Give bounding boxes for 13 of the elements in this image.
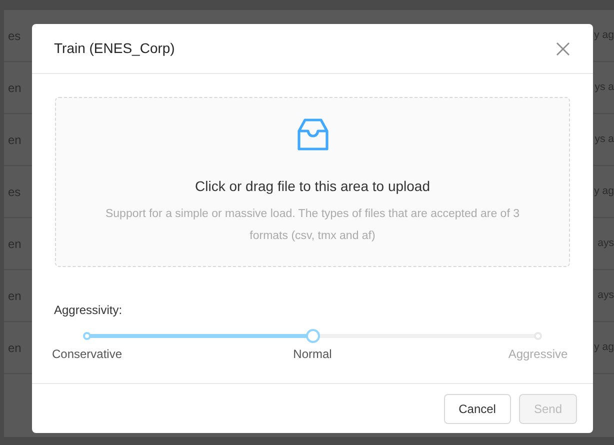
slider-mark-label: Conservative (52, 346, 122, 363)
inbox-icon (296, 118, 330, 152)
upload-hint: Support for a simple or massive load. The types of files that are accepted are of 3 formats (csv, tmx and af) (104, 207, 520, 244)
slider-label: Aggressivity: (54, 302, 124, 319)
upload-title: Click or drag file to this area to upload (194, 177, 430, 196)
close-button[interactable] (555, 40, 571, 56)
slider-handle[interactable] (306, 329, 320, 343)
dialog-title: Train (ENES_Corp) (54, 39, 175, 58)
cancel-button[interactable]: Cancel (444, 394, 511, 424)
close-icon (556, 42, 570, 56)
upload-dropzone[interactable]: Click or drag file to this area to upload Support for a simple or massive load. The types of files that are accepted are of 3 formats (csv, tmx and af) (55, 97, 570, 267)
slider-mark-label: Aggressive (508, 346, 568, 363)
slider-mark-label: Normal (293, 346, 332, 363)
